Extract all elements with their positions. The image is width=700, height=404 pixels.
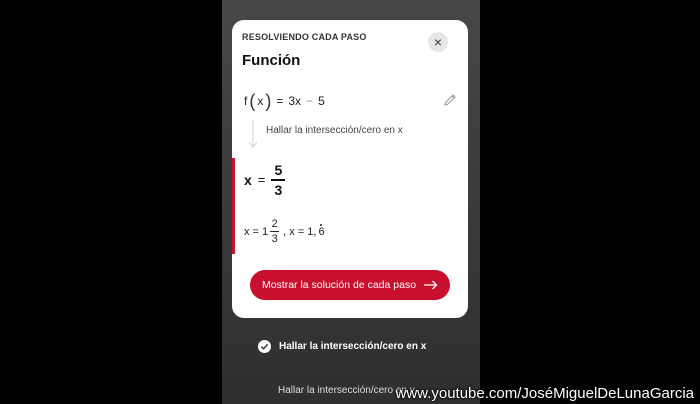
answer-fraction: 5 3 — [271, 162, 286, 198]
show-step-solution-button[interactable]: Mostrar la solución de cada paso — [250, 270, 450, 300]
answer-expression: x = 5 3 — [244, 162, 286, 198]
completed-step-row[interactable]: Hallar la intersección/cero en x — [258, 340, 426, 353]
step-solution-card: × RESOLVIENDO CADA PASO Función f ( x ) … — [232, 20, 468, 318]
watermark-text: www.youtube.com/JoséMiguelDeLunaGarcia — [395, 385, 694, 402]
card-kicker: RESOLVIENDO CADA PASO — [242, 32, 367, 42]
check-circle-icon — [258, 340, 271, 353]
result-accent-bar — [232, 158, 235, 254]
function-expression: f ( x ) = 3x − 5 — [244, 91, 325, 111]
edit-pencil-icon[interactable] — [442, 92, 458, 108]
arrow-down-icon — [248, 120, 258, 148]
step-description: Hallar la intersección/cero en x — [266, 125, 403, 136]
alternative-forms: x = 1 2 3 , x = 1, 6 — [244, 218, 325, 245]
completed-step-label: Hallar la intersección/cero en x — [279, 341, 427, 352]
card-title: Función — [242, 52, 301, 69]
arrow-right-icon — [424, 280, 438, 290]
close-icon[interactable]: × — [428, 32, 448, 52]
mixed-fraction: 2 3 — [270, 218, 280, 245]
next-step-label[interactable]: Hallar la intersección/cero en y — [278, 385, 415, 396]
repeating-digit: 6 — [318, 223, 325, 238]
